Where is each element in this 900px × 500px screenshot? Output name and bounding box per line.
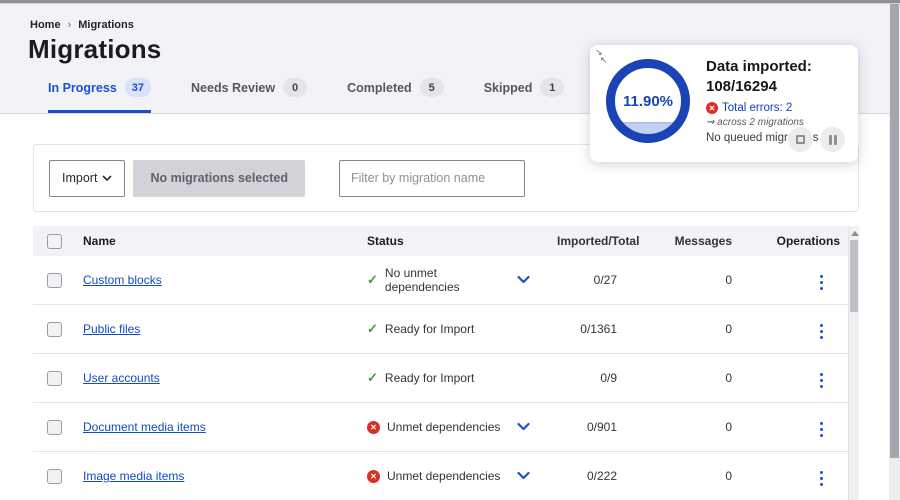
status-text: Unmet dependencies: [387, 420, 501, 434]
row-checkbox[interactable]: [47, 468, 62, 484]
status-text: Unmet dependencies: [387, 469, 501, 483]
table-body: Custom blocks ✓ No unmet dependencies 0/…: [33, 256, 848, 500]
row-checkbox[interactable]: [47, 272, 62, 288]
tab-label: Needs Review: [191, 80, 276, 95]
migration-name-link[interactable]: Image media items: [83, 469, 184, 483]
migration-name-link[interactable]: Document media items: [83, 420, 206, 434]
select-all-checkbox[interactable]: [47, 233, 62, 249]
data-imported-heading: Data imported: 108/16294: [706, 58, 812, 95]
progress-ring: 11.90%: [606, 59, 690, 143]
header-operations: Operations: [776, 234, 840, 248]
across-arrow-icon: ⇝: [706, 117, 715, 128]
imported-total-value: 0/9: [600, 371, 617, 385]
imported-total-value: 0/222: [586, 469, 617, 483]
status-text: Ready for Import: [384, 322, 475, 336]
chevron-down-icon: [102, 175, 113, 181]
table-row: Public files ✓ Ready for Import 0/1361 0: [33, 305, 848, 354]
operations-kebab-icon[interactable]: [817, 370, 827, 392]
tab-completed[interactable]: Completed 5: [347, 78, 444, 113]
expand-chevron-icon[interactable]: [517, 472, 530, 480]
row-checkbox[interactable]: [47, 370, 62, 386]
row-checkbox[interactable]: [47, 321, 62, 337]
operations-kebab-icon[interactable]: [817, 272, 827, 294]
tab-needs-review[interactable]: Needs Review 0: [191, 78, 308, 113]
tab-label: Skipped: [483, 80, 533, 95]
pause-button[interactable]: [820, 127, 845, 152]
header-imported-total: Imported/Total: [557, 234, 640, 248]
expand-chevron-icon[interactable]: [517, 276, 530, 284]
status-icon: ✕: [367, 469, 380, 483]
progress-percent: 11.90%: [622, 92, 674, 110]
migration-name-link[interactable]: User accounts: [83, 371, 160, 385]
tabs: In Progress 37 Needs Review 0 Completed …: [48, 78, 683, 113]
breadcrumb: Home › Migrations: [30, 19, 134, 31]
messages-count: 0: [725, 322, 732, 336]
tab-in-progress[interactable]: In Progress 37: [48, 78, 152, 113]
tab-count-badge: 1: [540, 78, 565, 97]
status-icon: ✓: [367, 321, 378, 336]
table-row: Document media items ✕ Unmet dependencie…: [33, 403, 848, 452]
pause-icon: [828, 134, 837, 145]
no-migrations-selected-button: No migrations selected: [133, 159, 305, 197]
messages-count: 0: [725, 469, 732, 483]
scroll-up-arrow-icon[interactable]: [851, 231, 859, 236]
status-text: No unmet dependencies: [384, 266, 460, 294]
migrations-table: Name Status Imported/Total Messages Oper…: [33, 226, 859, 500]
migration-status-card: ↘ ↖ 11.90% Data imported: 108/16294 ✕ To…: [590, 45, 858, 162]
migration-name-link[interactable]: Public files: [83, 322, 140, 336]
operations-kebab-icon[interactable]: [817, 321, 827, 343]
tab-count-badge: 37: [124, 78, 152, 97]
stop-button[interactable]: [788, 127, 813, 152]
status-icon: ✓: [367, 272, 378, 287]
table-scrollbar-thumb[interactable]: [850, 240, 858, 312]
operations-kebab-icon[interactable]: [817, 468, 827, 490]
migration-name-link[interactable]: Custom blocks: [83, 273, 162, 287]
total-errors-line: ✕ Total errors: 2: [706, 102, 852, 114]
operations-kebab-icon[interactable]: [817, 419, 827, 441]
page-title: Migrations: [28, 34, 162, 64]
status-icon: ✕: [367, 420, 380, 434]
tab-count-badge: 0: [283, 78, 308, 97]
window-top-strip-edge: [0, 3, 900, 4]
imported-total-value: 0/901: [586, 420, 617, 434]
header-name: Name: [83, 234, 116, 248]
page-scrollbar[interactable]: [889, 4, 900, 500]
messages-count: 0: [725, 420, 732, 434]
data-imported-value: 108/16294: [706, 78, 777, 95]
tab-skipped[interactable]: Skipped 1: [484, 78, 565, 113]
total-errors-link[interactable]: Total errors: 2: [722, 102, 792, 114]
tab-label: Completed: [347, 80, 412, 95]
table-scrollbar[interactable]: [848, 226, 859, 500]
error-icon: ✕: [706, 102, 718, 114]
table-row: Custom blocks ✓ No unmet dependencies 0/…: [33, 256, 848, 305]
tab-count-badge: 5: [419, 78, 444, 97]
header-status: Status: [367, 234, 404, 248]
filter-migration-input[interactable]: [338, 159, 525, 197]
migrations-page: Home › Migrations Migrations In Progress 3…: [0, 0, 900, 500]
tab-label: In Progress: [48, 80, 117, 95]
table-header-row: Name Status Imported/Total Messages Oper…: [33, 226, 848, 256]
stop-icon: [796, 135, 805, 144]
table-row: Image media items ✕ Unmet dependencies 0…: [33, 452, 848, 500]
messages-count: 0: [725, 273, 732, 287]
breadcrumb-separator: ›: [67, 19, 72, 31]
status-icon: ✓: [367, 370, 378, 385]
row-checkbox[interactable]: [47, 419, 62, 435]
imported-total-value: 0/27: [593, 273, 617, 287]
expand-chevron-icon[interactable]: [517, 423, 530, 431]
breadcrumb-home-link[interactable]: Home: [30, 19, 61, 31]
breadcrumb-current-link[interactable]: Migrations: [78, 19, 134, 31]
collapse-icon[interactable]: ↘ ↖: [595, 47, 613, 66]
imported-total-value: 0/1361: [580, 322, 617, 336]
import-dropdown-button[interactable]: Import: [49, 159, 126, 197]
header-messages: Messages: [674, 234, 732, 248]
messages-count: 0: [725, 371, 732, 385]
table-row: User accounts ✓ Ready for Import 0/9 0: [33, 354, 848, 403]
page-scrollbar-thumb[interactable]: [890, 4, 899, 458]
status-text: Ready for Import: [384, 371, 475, 385]
